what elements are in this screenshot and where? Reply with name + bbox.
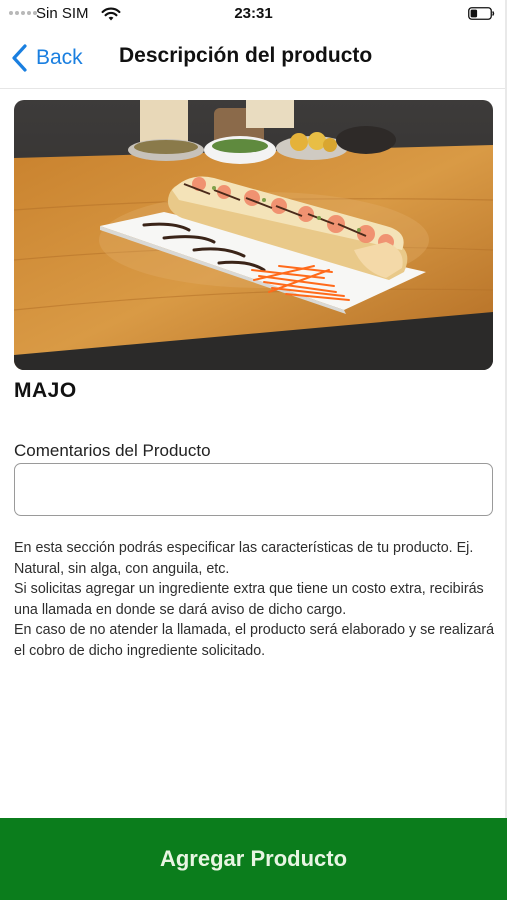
status-bar: Sin SIM 23:31: [0, 0, 507, 28]
info-paragraph: En esta sección podrás especificar las c…: [14, 540, 474, 577]
info-paragraph: Si solicitas agregar un ingrediente extr…: [14, 581, 484, 618]
comments-label: Comentarios del Producto: [14, 441, 211, 460]
add-product-button[interactable]: Agregar Producto: [0, 818, 507, 900]
page-title: Descripción del producto: [119, 44, 373, 67]
battery-icon: [468, 7, 495, 20]
chevron-left-icon: [12, 44, 27, 72]
info-text: En esta sección podrás especificar las c…: [14, 538, 498, 661]
product-name: MAJO: [14, 379, 77, 402]
back-button[interactable]: Back: [8, 40, 83, 76]
status-time: 23:31: [234, 5, 273, 22]
info-paragraph: En caso de no atender la llamada, el pro…: [14, 622, 495, 659]
back-label: Back: [36, 46, 83, 69]
navigation-bar: Back Descripción del producto: [0, 28, 507, 89]
product-image: [14, 100, 493, 370]
comments-input[interactable]: [14, 463, 493, 516]
